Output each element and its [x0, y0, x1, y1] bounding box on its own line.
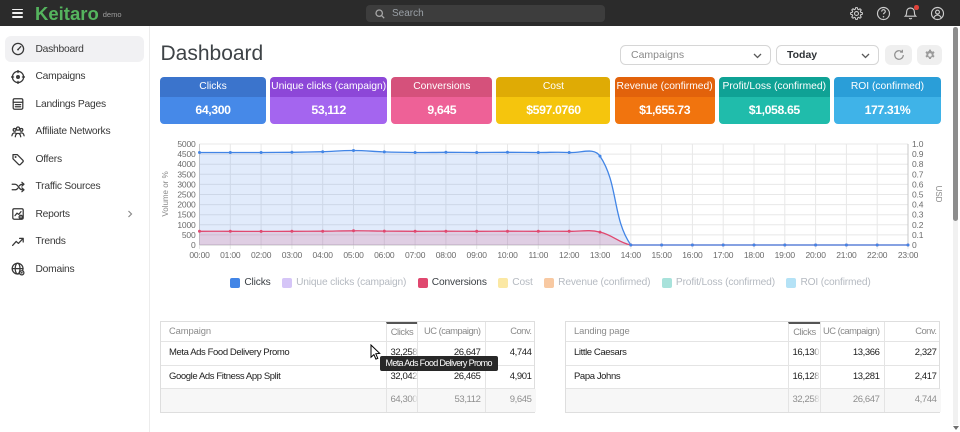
svg-text:0.8: 0.8 — [912, 159, 924, 169]
svg-text:0.9: 0.9 — [912, 149, 924, 159]
svg-text:0.7: 0.7 — [912, 169, 924, 179]
svg-text:0.2: 0.2 — [912, 220, 924, 230]
svg-text:00:00: 00:00 — [189, 250, 210, 260]
svg-text:3000: 3000 — [177, 179, 196, 189]
svg-text:0: 0 — [912, 240, 917, 250]
svg-text:12:00: 12:00 — [559, 250, 580, 260]
svg-text:07:00: 07:00 — [405, 250, 426, 260]
svg-text:2500: 2500 — [177, 190, 196, 200]
svg-text:04:00: 04:00 — [313, 250, 334, 260]
svg-text:5000: 5000 — [177, 139, 196, 149]
svg-text:15:00: 15:00 — [651, 250, 672, 260]
svg-text:1500: 1500 — [177, 210, 196, 220]
svg-text:0.6: 0.6 — [912, 179, 924, 189]
svg-text:20:00: 20:00 — [805, 250, 826, 260]
svg-text:0.5: 0.5 — [912, 190, 924, 200]
svg-text:11:00: 11:00 — [528, 250, 548, 260]
svg-text:4000: 4000 — [177, 159, 196, 169]
svg-text:Volume or %: Volume or % — [161, 171, 170, 216]
svg-text:19:00: 19:00 — [775, 250, 796, 260]
svg-text:1000: 1000 — [177, 220, 196, 230]
svg-text:18:00: 18:00 — [744, 250, 765, 260]
svg-text:USD: USD — [934, 186, 943, 203]
svg-text:02:00: 02:00 — [251, 250, 272, 260]
svg-text:05:00: 05:00 — [343, 250, 364, 260]
svg-text:0.4: 0.4 — [912, 200, 924, 210]
svg-text:500: 500 — [182, 230, 196, 240]
svg-text:0.3: 0.3 — [912, 210, 924, 220]
svg-text:03:00: 03:00 — [282, 250, 303, 260]
svg-text:16:00: 16:00 — [682, 250, 703, 260]
svg-text:10:00: 10:00 — [497, 250, 518, 260]
svg-text:01:00: 01:00 — [220, 250, 241, 260]
svg-text:21:00: 21:00 — [836, 250, 857, 260]
svg-text:09:00: 09:00 — [467, 250, 488, 260]
svg-text:2000: 2000 — [177, 200, 196, 210]
svg-text:13:00: 13:00 — [590, 250, 611, 260]
svg-text:22:00: 22:00 — [867, 250, 888, 260]
svg-text:4500: 4500 — [177, 149, 196, 159]
svg-text:0: 0 — [191, 240, 196, 250]
svg-text:17:00: 17:00 — [713, 250, 734, 260]
svg-text:0.1: 0.1 — [912, 230, 924, 240]
svg-text:08:00: 08:00 — [436, 250, 457, 260]
svg-text:14:00: 14:00 — [621, 250, 642, 260]
svg-text:3500: 3500 — [177, 169, 196, 179]
svg-text:06:00: 06:00 — [374, 250, 395, 260]
svg-text:1.0: 1.0 — [912, 139, 924, 149]
svg-text:23:00: 23:00 — [898, 250, 919, 260]
